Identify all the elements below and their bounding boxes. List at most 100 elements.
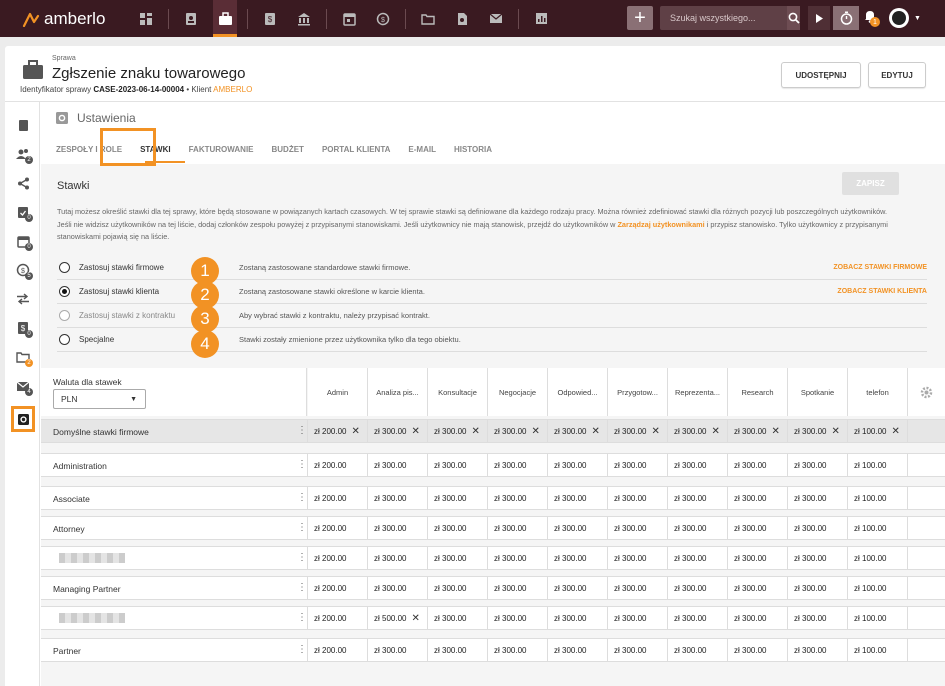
rate-cell[interactable]: zł 300.00 ✕ [608, 420, 668, 442]
rate-cell[interactable]: zł 300.00 [668, 577, 728, 599]
view-firm-rates-link[interactable]: ZOBACZ STAWKI FIRMOWE [833, 264, 927, 271]
clear-rate-icon[interactable]: ✕ [471, 426, 479, 437]
rate-cell[interactable]: zł 300.00 [728, 517, 788, 539]
rate-cell[interactable]: zł 300.00 [788, 639, 848, 661]
clear-rate-icon[interactable]: ✕ [711, 426, 719, 437]
nav-contacts[interactable] [179, 0, 203, 37]
nav-calendar[interactable] [337, 0, 361, 37]
share-button[interactable]: UDOSTĘPNIJ [781, 62, 861, 88]
rate-cell[interactable]: zł 300.00 ✕ [548, 420, 608, 442]
rate-cell[interactable]: zł 300.00 [668, 487, 728, 509]
rate-cell[interactable]: zł 300.00 [548, 487, 608, 509]
add-new-button[interactable]: + [627, 6, 653, 30]
tab-invoicing[interactable]: FAKTUROWANIE [180, 145, 263, 154]
rate-cell[interactable]: zł 300.00 [488, 547, 548, 569]
rate-cell[interactable]: zł 300.00 [608, 454, 668, 476]
rate-cell[interactable]: zł 200.00 [308, 577, 368, 599]
clear-rate-icon[interactable]: ✕ [531, 426, 539, 437]
rate-cell[interactable]: zł 300.00 [488, 517, 548, 539]
rate-cell[interactable]: zł 300.00 [488, 577, 548, 599]
rate-cell[interactable]: zł 300.00 [428, 577, 488, 599]
rate-cell[interactable]: zł 300.00 [428, 639, 488, 661]
rate-cell[interactable]: zł 500.00 ✕ [368, 607, 428, 629]
radio-firm-rates[interactable] [59, 262, 70, 273]
rate-cell[interactable]: zł 300.00 [428, 547, 488, 569]
rate-cell[interactable]: zł 300.00 [428, 607, 488, 629]
rate-cell[interactable]: zł 300.00 [728, 607, 788, 629]
rate-cell[interactable]: zł 300.00 ✕ [368, 420, 428, 442]
tab-email[interactable]: E-MAIL [399, 145, 445, 154]
rate-cell[interactable]: zł 300.00 [788, 487, 848, 509]
search-button[interactable] [787, 6, 800, 30]
rate-cell[interactable]: zł 100.00 [848, 547, 908, 569]
save-button[interactable]: ZAPISZ [842, 172, 899, 195]
rate-cell[interactable]: zł 300.00 [788, 454, 848, 476]
clear-rate-icon[interactable]: ✕ [351, 426, 359, 437]
rate-cell[interactable]: zł 100.00 [848, 517, 908, 539]
edit-button[interactable]: EDYTUJ [868, 62, 926, 88]
rate-cell[interactable]: zł 200.00 ✕ [308, 420, 368, 442]
tab-client-portal[interactable]: PORTAL KLIENTA [313, 145, 399, 154]
rate-cell[interactable]: zł 300.00 [788, 517, 848, 539]
row-menu-icon[interactable]: ⋮ [297, 644, 307, 655]
manage-users-link[interactable]: Zarządzaj użytkownikami [617, 220, 704, 229]
rate-cell[interactable]: zł 300.00 [488, 454, 548, 476]
nav-document-search[interactable] [450, 0, 474, 37]
timer-button[interactable] [833, 6, 859, 30]
rate-cell[interactable]: zł 300.00 [548, 607, 608, 629]
sidebar-item-transfers[interactable] [14, 290, 32, 308]
sidebar-item-share[interactable] [14, 174, 32, 192]
rate-cell[interactable]: zł 100.00 ✕ [848, 420, 908, 442]
rate-cell[interactable]: zł 300.00 [548, 454, 608, 476]
rate-cell[interactable]: zł 300.00 [548, 577, 608, 599]
rate-cell[interactable]: zł 200.00 [308, 547, 368, 569]
rate-cell[interactable]: zł 300.00 [428, 487, 488, 509]
rate-cell[interactable]: zł 300.00 [548, 639, 608, 661]
clear-rate-icon[interactable]: ✕ [651, 426, 659, 437]
rate-cell[interactable]: zł 300.00 [728, 577, 788, 599]
rate-cell[interactable]: zł 300.00 [668, 639, 728, 661]
rate-cell[interactable]: zł 300.00 ✕ [788, 420, 848, 442]
rate-cell[interactable]: zł 300.00 [488, 607, 548, 629]
radio-special-rates[interactable] [59, 334, 70, 345]
rate-cell[interactable]: zł 300.00 [488, 487, 548, 509]
rate-cell[interactable]: zł 300.00 [728, 454, 788, 476]
view-client-rates-link[interactable]: ZOBACZ STAWKI KLIENTA [837, 288, 927, 295]
rate-option-special[interactable]: Specjalne Stawki zostały zmienione przez… [57, 328, 927, 352]
radio-client-rates[interactable] [59, 286, 70, 297]
app-logo[interactable]: amberlo [22, 9, 126, 29]
sidebar-item-overview[interactable] [14, 116, 32, 134]
rate-cell[interactable]: zł 100.00 [848, 639, 908, 661]
rate-cell[interactable]: zł 300.00 [788, 577, 848, 599]
rate-cell[interactable]: zł 300.00 [368, 487, 428, 509]
start-timer-button[interactable] [808, 6, 830, 30]
rate-cell[interactable]: zł 300.00 [728, 639, 788, 661]
rate-cell[interactable]: zł 300.00 [668, 607, 728, 629]
rate-cell[interactable]: zł 100.00 [848, 577, 908, 599]
row-menu-icon[interactable]: ⋮ [297, 612, 307, 623]
rate-cell[interactable]: zł 300.00 [728, 547, 788, 569]
rate-cell[interactable]: zł 300.00 [608, 607, 668, 629]
rate-cell[interactable]: zł 300.00 [668, 547, 728, 569]
sidebar-item-documents[interactable]: 2 [14, 348, 33, 367]
tab-budget[interactable]: BUDŻET [263, 145, 313, 154]
rate-cell[interactable]: zł 300.00 [608, 577, 668, 599]
rate-cell[interactable]: zł 300.00 [428, 517, 488, 539]
nav-dashboard[interactable] [134, 0, 158, 37]
clear-rate-icon[interactable]: ✕ [591, 426, 599, 437]
rate-cell[interactable]: zł 100.00 [848, 487, 908, 509]
row-menu-icon[interactable]: ⋮ [297, 582, 307, 593]
rate-cell[interactable]: zł 300.00 [368, 577, 428, 599]
rate-cell[interactable]: zł 300.00 ✕ [728, 420, 788, 442]
sidebar-item-mail[interactable]: 4 [14, 377, 33, 396]
rate-cell[interactable]: zł 200.00 [308, 517, 368, 539]
rate-cell[interactable]: zł 100.00 [848, 607, 908, 629]
sidebar-item-settings[interactable] [11, 406, 35, 432]
rate-cell[interactable]: zł 300.00 ✕ [668, 420, 728, 442]
sidebar-item-billing[interactable]: $0 [14, 319, 33, 338]
rate-cell[interactable]: zł 300.00 ✕ [428, 420, 488, 442]
row-menu-icon[interactable]: ⋮ [297, 492, 307, 503]
nav-reports[interactable] [529, 0, 553, 37]
rate-cell[interactable]: zł 300.00 [428, 454, 488, 476]
rate-cell[interactable]: zł 300.00 [368, 639, 428, 661]
